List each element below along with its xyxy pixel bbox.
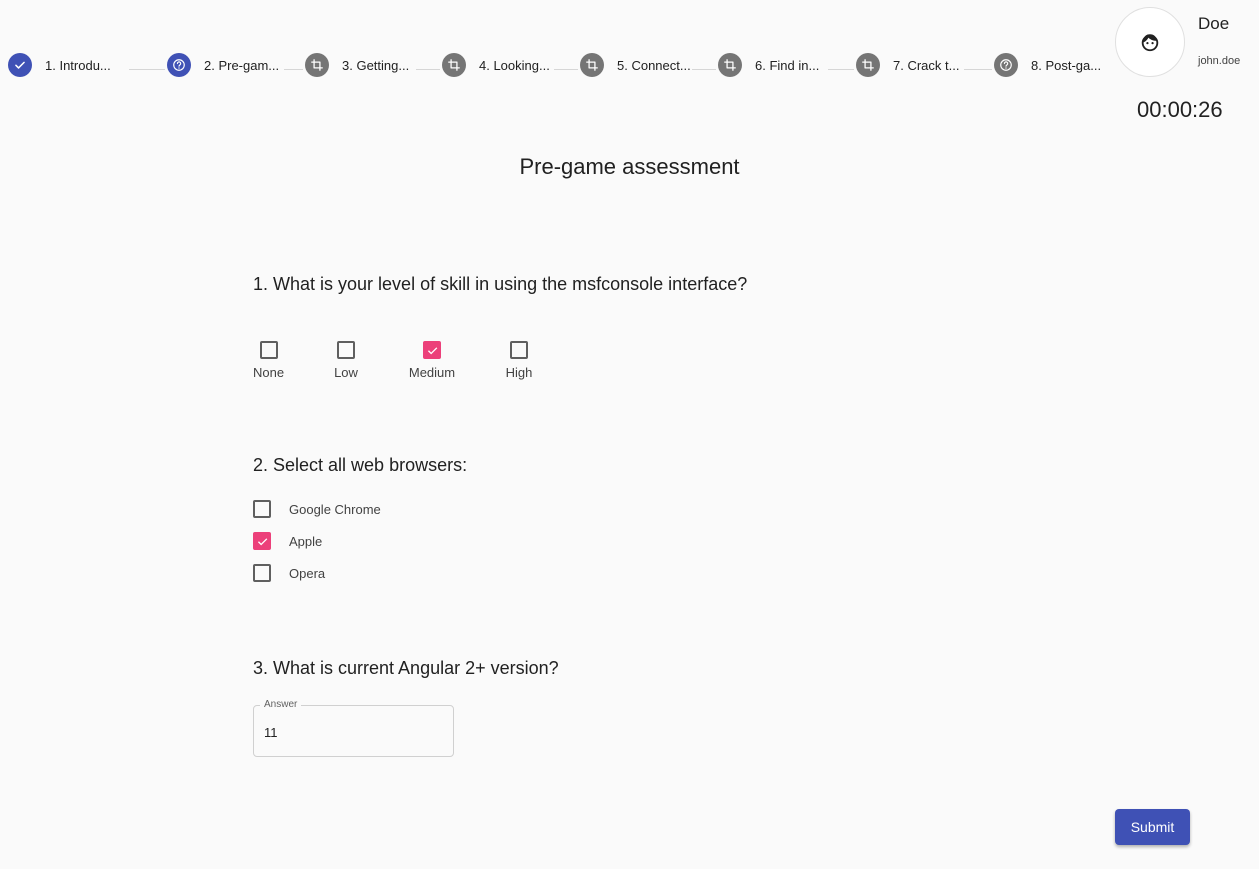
question-icon — [167, 53, 191, 77]
answer-label: Answer — [260, 699, 302, 710]
check-icon — [427, 346, 437, 354]
step-6-find[interactable]: 6. Find in... — [718, 52, 819, 78]
stepper: 1. Introdu... 2. Pre-gam... 3. Getting..… — [8, 52, 1101, 78]
step-connector — [284, 69, 303, 70]
checkbox-high[interactable] — [510, 341, 528, 359]
answer-input[interactable] — [264, 725, 444, 740]
option-label: Low — [334, 365, 358, 380]
option-apple[interactable]: Apple — [253, 532, 322, 550]
question-3-text: 3. What is current Angular 2+ version? — [253, 658, 559, 678]
avatar[interactable] — [1115, 7, 1185, 77]
option-label: Medium — [408, 365, 456, 380]
question-2-text: 2. Select all web browsers: — [253, 455, 468, 475]
crop-icon — [580, 53, 604, 77]
user-login: john.doe — [1198, 55, 1241, 67]
submit-button[interactable]: Submit — [1115, 809, 1190, 845]
checkbox-apple[interactable] — [253, 532, 271, 550]
step-connector — [692, 69, 716, 70]
step-label: 5. Connect... — [617, 57, 691, 73]
option-high[interactable]: High — [505, 341, 533, 380]
step-label: 6. Find in... — [755, 57, 820, 73]
step-label: 4. Looking... — [479, 57, 550, 73]
step-label: 2. Pre-gam... — [204, 57, 280, 73]
step-2-pre-game[interactable]: 2. Pre-gam... — [167, 52, 279, 78]
crop-icon — [856, 53, 880, 77]
option-label: Google Chrome — [289, 501, 381, 517]
step-4-looking[interactable]: 4. Looking... — [442, 52, 550, 78]
checkbox-low[interactable] — [337, 341, 355, 359]
crop-icon — [305, 53, 329, 77]
option-google-chrome[interactable]: Google Chrome — [253, 500, 381, 518]
option-label: Apple — [289, 533, 323, 549]
question-1-text: 1. What is your level of skill in using … — [253, 274, 748, 294]
option-label: None — [252, 365, 285, 380]
step-connector — [554, 69, 578, 70]
step-label: 3. Getting... — [342, 57, 410, 73]
user-name: Doe — [1198, 14, 1230, 33]
question-icon — [994, 53, 1018, 77]
user-face-icon — [1141, 34, 1159, 52]
step-7-crack[interactable]: 7. Crack t... — [856, 52, 959, 78]
step-5-connect[interactable]: 5. Connect... — [580, 52, 691, 78]
answer-field[interactable]: Answer — [253, 699, 454, 757]
step-connector — [828, 69, 854, 70]
step-label: 7. Crack t... — [893, 57, 960, 73]
option-opera[interactable]: Opera — [253, 564, 325, 582]
step-label: 8. Post-ga... — [1031, 57, 1102, 73]
check-icon — [257, 537, 267, 545]
option-none[interactable]: None — [253, 341, 284, 380]
option-label: High — [505, 365, 533, 380]
checkbox-opera[interactable] — [253, 564, 271, 582]
crop-icon — [718, 53, 742, 77]
step-8-post-game[interactable]: 8. Post-ga... — [994, 52, 1101, 78]
checkbox-none[interactable] — [259, 341, 278, 359]
option-medium[interactable]: Medium — [408, 341, 456, 380]
step-3-getting[interactable]: 3. Getting... — [305, 52, 409, 78]
crop-icon — [442, 53, 466, 77]
timer: 00:00:26 — [1137, 97, 1223, 122]
checkbox-medium[interactable] — [423, 341, 441, 359]
check-icon — [8, 53, 32, 77]
page-title: Pre-game assessment — [519, 154, 740, 179]
step-1-introduction[interactable]: 1. Introdu... — [8, 52, 111, 78]
option-label: Opera — [289, 565, 326, 581]
step-connector — [129, 69, 165, 70]
checkbox-google-chrome[interactable] — [253, 500, 271, 518]
step-connector — [964, 69, 992, 70]
step-label: 1. Introdu... — [45, 57, 111, 73]
option-low[interactable]: Low — [334, 341, 358, 380]
step-connector — [416, 69, 440, 70]
